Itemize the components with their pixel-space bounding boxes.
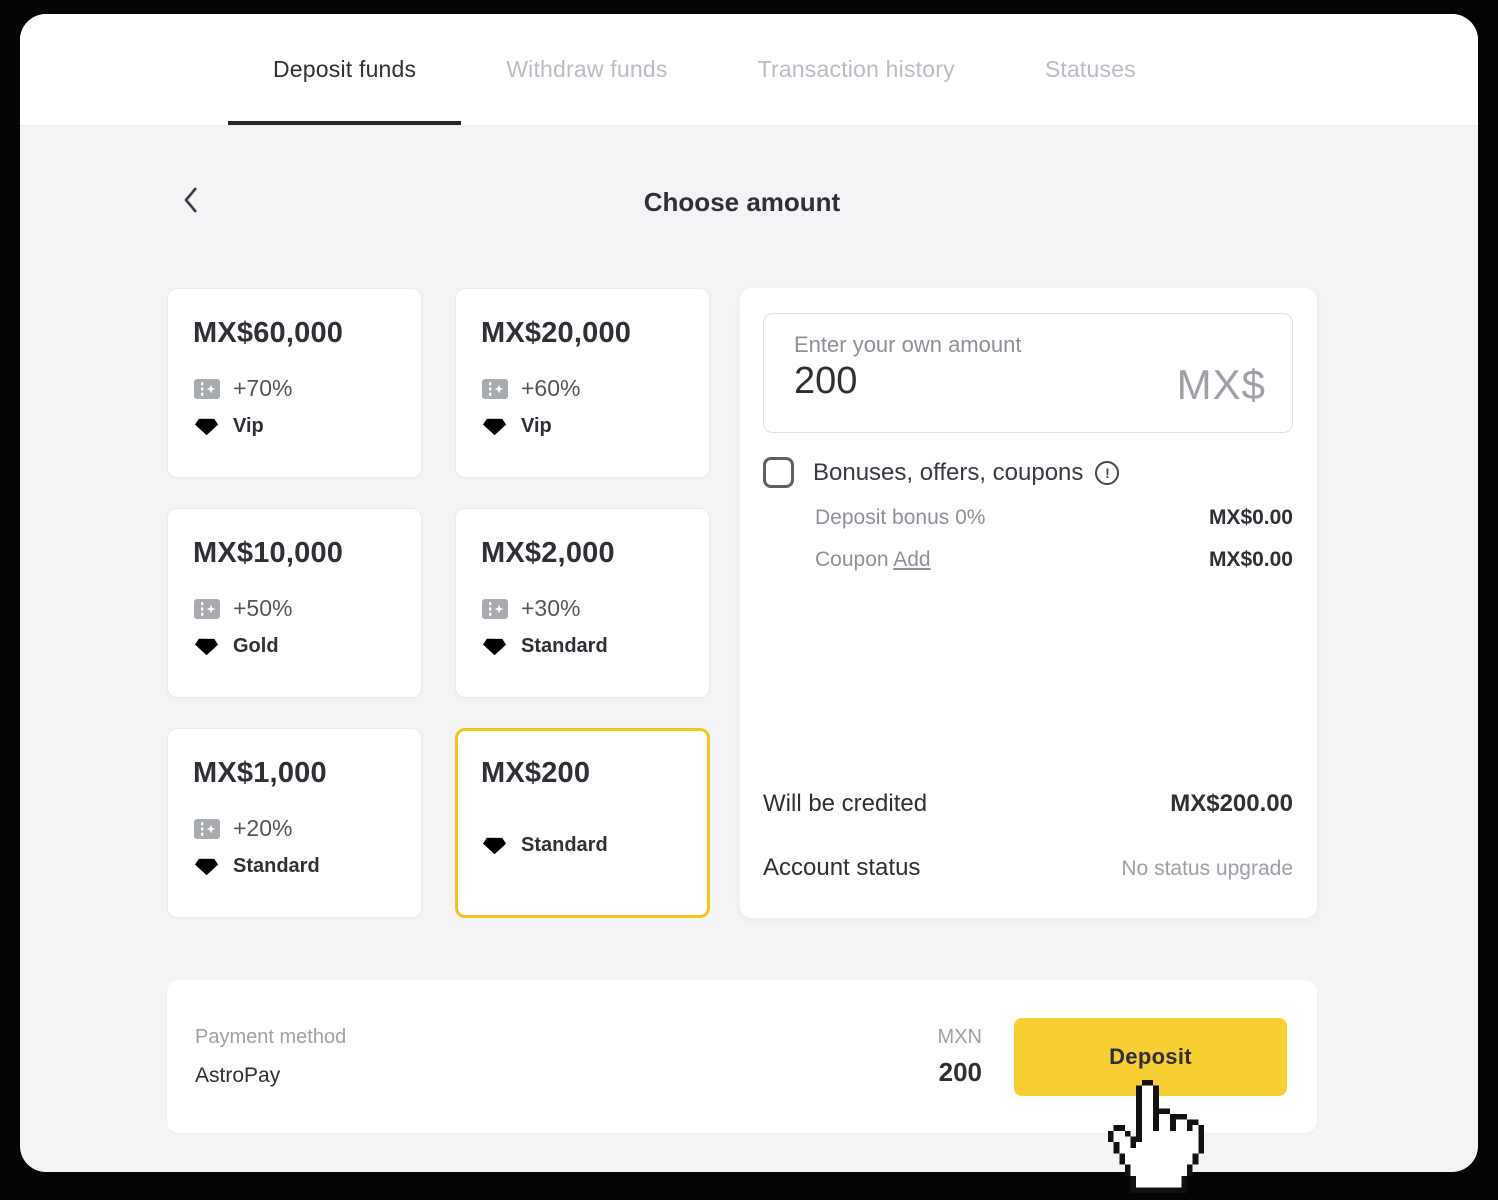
coupon-add-link[interactable]: Add	[893, 548, 930, 571]
tab-deposit-funds[interactable]: Deposit funds	[228, 14, 461, 125]
card-status-row: Standard	[481, 635, 709, 658]
card-status-row: Standard	[481, 834, 707, 857]
gem-diamond-icon	[481, 636, 508, 657]
payment-bar: Payment method AstroPay MXN 200 Deposit	[167, 980, 1317, 1133]
tab-withdraw-funds[interactable]: Withdraw funds	[461, 14, 712, 125]
card-bonus-value: +70%	[233, 375, 292, 402]
ticket-coupon-icon	[193, 379, 220, 399]
card-bonus-value: +30%	[521, 595, 580, 622]
ticket-coupon-icon	[193, 819, 220, 839]
credited-line: Will be credited MX$200.00	[763, 790, 1293, 818]
amount-card-60000[interactable]: MX$60,000 +70% Vip	[167, 288, 422, 478]
card-amount: MX$60,000	[193, 317, 421, 350]
payment-method-value: AstroPay	[195, 1064, 346, 1088]
amount-card-10000[interactable]: MX$10,000 +50% Gold	[167, 508, 422, 698]
ticket-coupon-icon	[193, 599, 220, 619]
tab-statuses[interactable]: Statuses	[1000, 14, 1181, 125]
own-amount-label: Enter your own amount	[794, 332, 1054, 358]
card-status-label: Vip	[233, 415, 264, 438]
amount-cards-grid: MX$60,000 +70% Vip MX	[167, 288, 710, 918]
card-status-label: Standard	[521, 635, 608, 658]
coupon-label-text: Coupon	[815, 548, 889, 571]
card-amount: MX$1,000	[193, 757, 421, 790]
credited-value: MX$200.00	[1170, 790, 1293, 818]
custom-amount-panel: Enter your own amount MX$ Bonuses, offer…	[740, 288, 1317, 918]
title-row: Choose amount	[167, 182, 1317, 222]
payment-currency-code: MXN	[938, 1026, 982, 1049]
card-status-label: Gold	[233, 635, 279, 658]
bonuses-checkbox[interactable]	[763, 457, 794, 488]
main-columns: MX$60,000 +70% Vip MX	[167, 288, 1317, 918]
card-bonus-row: +60%	[481, 375, 709, 402]
card-bonus-value: +50%	[233, 595, 292, 622]
deposit-dialog: Deposit funds Withdraw funds Transaction…	[20, 14, 1478, 1172]
currency-suffix: MX$	[1177, 361, 1266, 409]
gem-diamond-icon	[481, 416, 508, 437]
credited-label: Will be credited	[763, 790, 927, 818]
coupon-value: MX$0.00	[1209, 548, 1293, 572]
card-amount: MX$2,000	[481, 537, 709, 570]
own-amount-input[interactable]	[794, 360, 1054, 403]
card-bonus-value: +60%	[521, 375, 580, 402]
account-status-value: No status upgrade	[1121, 857, 1293, 881]
deposit-bonus-line: Deposit bonus 0% MX$0.00	[763, 506, 1293, 530]
card-bonus-row: +20%	[193, 815, 421, 842]
tab-transaction-history[interactable]: Transaction history	[713, 14, 1000, 125]
amount-card-2000[interactable]: MX$2,000 +30% Standard	[455, 508, 710, 698]
coupon-label: Coupon Add	[815, 548, 931, 572]
dialog-header: Deposit funds Withdraw funds Transaction…	[20, 14, 1478, 126]
gem-diamond-icon	[193, 856, 220, 877]
payment-amount-value: 200	[938, 1057, 982, 1088]
amount-card-1000[interactable]: MX$1,000 +20% Standard	[167, 728, 422, 918]
gem-diamond-icon	[193, 416, 220, 437]
deposit-button[interactable]: Deposit	[1014, 1018, 1287, 1096]
exclamation-circle-icon[interactable]: !	[1095, 461, 1119, 485]
coupon-line: Coupon Add MX$0.00	[763, 548, 1293, 572]
card-bonus-row: +50%	[193, 595, 421, 622]
own-amount-box[interactable]: Enter your own amount MX$	[763, 313, 1293, 433]
card-status-label: Standard	[233, 855, 320, 878]
account-status-label: Account status	[763, 854, 920, 882]
amount-card-200-selected[interactable]: MX$200 Standard	[455, 728, 710, 918]
deposit-bonus-label: Deposit bonus 0%	[815, 506, 985, 530]
amount-card-20000[interactable]: MX$20,000 +60% Vip	[455, 288, 710, 478]
back-button[interactable]	[175, 184, 207, 216]
card-status-row: Standard	[193, 855, 421, 878]
payment-method-block: Payment method AstroPay	[195, 1026, 346, 1088]
ticket-coupon-icon	[481, 379, 508, 399]
dialog-body: Choose amount MX$60,000 +70%	[20, 182, 1478, 1133]
card-bonus-row: +70%	[193, 375, 421, 402]
card-status-row: Vip	[481, 415, 709, 438]
deposit-bonus-value: MX$0.00	[1209, 506, 1293, 530]
card-status-label: Vip	[521, 415, 552, 438]
screenshot-stage: Deposit funds Withdraw funds Transaction…	[0, 0, 1498, 1200]
page-title: Choose amount	[167, 182, 1317, 222]
payment-actions: MXN 200 Deposit	[938, 1018, 1287, 1096]
spacer	[763, 572, 1293, 790]
card-bonus-row: +30%	[481, 595, 709, 622]
gem-diamond-icon	[481, 835, 508, 856]
card-amount: MX$200	[481, 757, 707, 790]
payment-method-label: Payment method	[195, 1026, 346, 1049]
account-status-line: Account status No status upgrade	[763, 854, 1293, 882]
card-status-label: Standard	[521, 834, 608, 857]
gem-diamond-icon	[193, 636, 220, 657]
chevron-left-icon	[183, 186, 199, 214]
card-bonus-value: +20%	[233, 815, 292, 842]
tab-bar: Deposit funds Withdraw funds Transaction…	[228, 14, 1181, 125]
card-amount: MX$10,000	[193, 537, 421, 570]
bonuses-checkbox-row: Bonuses, offers, coupons !	[763, 457, 1293, 488]
card-status-row: Vip	[193, 415, 421, 438]
bonuses-label: Bonuses, offers, coupons	[813, 459, 1083, 487]
ticket-coupon-icon	[481, 599, 508, 619]
card-status-row: Gold	[193, 635, 421, 658]
card-amount: MX$20,000	[481, 317, 709, 350]
payment-amount-block: MXN 200	[938, 1026, 982, 1088]
